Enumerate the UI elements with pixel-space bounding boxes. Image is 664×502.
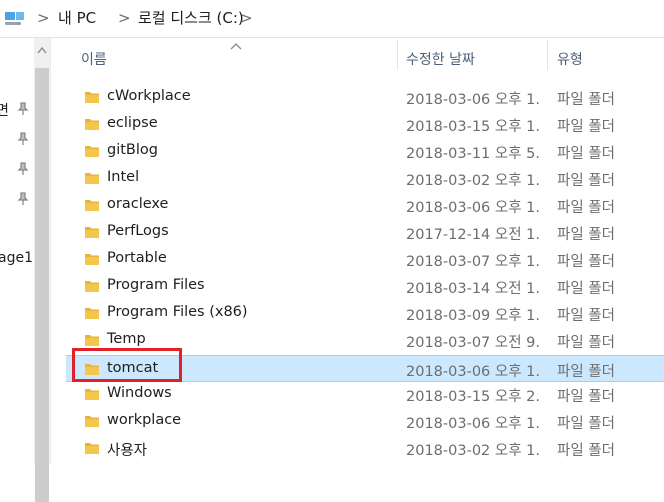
folder-icon (85, 389, 99, 400)
folder-icon (85, 281, 99, 292)
folder-icon (85, 443, 99, 454)
file-type: 파일 폴더 (557, 173, 615, 189)
file-row[interactable]: 사용자 2018-03-02 오후 1... 파일 폴더 (66, 435, 664, 462)
file-name: Program Files (x86) (107, 304, 248, 320)
file-name: eclipse (107, 115, 158, 131)
file-type: 파일 폴더 (557, 335, 615, 351)
column-header-date[interactable]: 수정한 날짜 (406, 49, 475, 69)
breadcrumb-this-pc[interactable]: 내 PC (58, 8, 96, 28)
file-modified-date: 2018-03-06 오후 1... (406, 92, 541, 108)
this-pc-icon (5, 12, 24, 25)
file-name: oraclexe (107, 196, 169, 212)
nav-scrollbar[interactable] (34, 38, 50, 502)
folder-icon (85, 92, 99, 103)
file-type: 파일 폴더 (557, 364, 615, 380)
folder-icon (85, 173, 99, 184)
file-name: 사용자 (107, 443, 148, 459)
file-modified-date: 2018-03-06 오후 1... (406, 200, 541, 216)
file-row[interactable]: Windows 2018-03-15 오후 2... 파일 폴더 (66, 381, 664, 408)
file-modified-date: 2018-03-06 오후 1... (406, 364, 541, 380)
file-name: Program Files (107, 277, 205, 293)
file-modified-date: 2018-03-07 오후 1... (406, 254, 541, 270)
folder-icon (85, 119, 99, 130)
folder-icon (85, 146, 99, 157)
file-name: cWorkplace (107, 88, 191, 104)
column-header-name[interactable]: 이름 (81, 49, 107, 69)
file-type: 파일 폴더 (557, 443, 615, 459)
file-type: 파일 폴더 (557, 254, 615, 270)
file-row[interactable]: Portable 2018-03-07 오후 1... 파일 폴더 (66, 246, 664, 273)
pane-divider (50, 38, 51, 464)
file-modified-date: 2018-03-14 오전 1... (406, 281, 541, 297)
nav-item-label[interactable]: 면 (0, 100, 9, 120)
breadcrumb-separator: > (37, 9, 50, 27)
scroll-up-arrow-icon[interactable] (37, 46, 47, 54)
file-name: Intel (107, 169, 140, 185)
file-type: 파일 폴더 (557, 416, 615, 432)
pin-icon[interactable] (17, 192, 29, 206)
file-type: 파일 폴더 (557, 146, 615, 162)
folder-icon (85, 416, 99, 427)
breadcrumb-local-disk[interactable]: 로컬 디스크 (C:) (138, 8, 244, 28)
file-modified-date: 2017-12-14 오전 1... (406, 227, 541, 243)
breadcrumb-separator: > (118, 9, 131, 27)
folder-icon (85, 335, 99, 346)
file-type: 파일 폴더 (557, 200, 615, 216)
file-modified-date: 2018-03-09 오후 1... (406, 308, 541, 324)
file-row[interactable]: workplace 2018-03-06 오후 1... 파일 폴더 (66, 408, 664, 435)
file-name: Windows (107, 385, 172, 401)
sort-ascending-icon (230, 43, 242, 50)
file-row[interactable]: Program Files (x86) 2018-03-09 오후 1... 파일 … (66, 300, 664, 327)
file-row[interactable]: oraclexe 2018-03-06 오후 1... 파일 폴더 (66, 192, 664, 219)
file-name: PerfLogs (107, 223, 169, 239)
file-type: 파일 폴더 (557, 227, 615, 243)
file-type: 파일 폴더 (557, 308, 615, 324)
file-modified-date: 2018-03-11 오후 5... (406, 146, 541, 162)
file-modified-date: 2018-03-15 오후 1... (406, 119, 541, 135)
file-row[interactable]: PerfLogs 2017-12-14 오전 1... 파일 폴더 (66, 219, 664, 246)
file-modified-date: 2018-03-06 오후 1... (406, 416, 541, 432)
file-row[interactable]: Intel 2018-03-02 오후 1... 파일 폴더 (66, 165, 664, 192)
folder-icon (85, 200, 99, 211)
annotation-highlight-box (72, 348, 182, 382)
folder-icon (85, 254, 99, 265)
folder-icon (85, 227, 99, 238)
file-name: gitBlog (107, 142, 158, 158)
file-type: 파일 폴더 (557, 281, 615, 297)
column-header-bar: 이름 수정한 날짜 유형 (51, 38, 664, 82)
folder-icon (85, 308, 99, 319)
column-divider[interactable] (397, 40, 398, 70)
file-type: 파일 폴더 (557, 119, 615, 135)
nav-item-label[interactable]: age1 (0, 250, 33, 266)
file-name: Portable (107, 250, 167, 266)
file-modified-date: 2018-03-07 오전 9... (406, 335, 541, 351)
file-modified-date: 2018-03-02 오후 1... (406, 443, 541, 459)
file-modified-date: 2018-03-02 오후 1... (406, 173, 541, 189)
file-row[interactable]: cWorkplace 2018-03-06 오후 1... 파일 폴더 (66, 84, 664, 111)
pin-icon[interactable] (17, 162, 29, 176)
file-name: Temp (107, 331, 146, 347)
scrollbar-thumb[interactable] (35, 68, 49, 502)
pin-icon[interactable] (17, 132, 29, 146)
file-type: 파일 폴더 (557, 389, 615, 405)
file-modified-date: 2018-03-15 오후 2... (406, 389, 541, 405)
file-name: workplace (107, 412, 182, 428)
column-divider[interactable] (547, 40, 548, 70)
file-row[interactable]: eclipse 2018-03-15 오후 1... 파일 폴더 (66, 111, 664, 138)
file-row[interactable]: gitBlog 2018-03-11 오후 5... 파일 폴더 (66, 138, 664, 165)
navigation-pane: 면 age1 (0, 38, 34, 464)
column-header-type[interactable]: 유형 (557, 49, 583, 69)
file-row[interactable]: Program Files 2018-03-14 오전 1... 파일 폴더 (66, 273, 664, 300)
file-type: 파일 폴더 (557, 92, 615, 108)
breadcrumb-dropdown-chevron-icon[interactable]: > (240, 8, 253, 28)
address-bar[interactable]: > 내 PC > 로컬 디스크 (C:) > (0, 0, 664, 38)
pin-icon[interactable] (17, 102, 29, 116)
